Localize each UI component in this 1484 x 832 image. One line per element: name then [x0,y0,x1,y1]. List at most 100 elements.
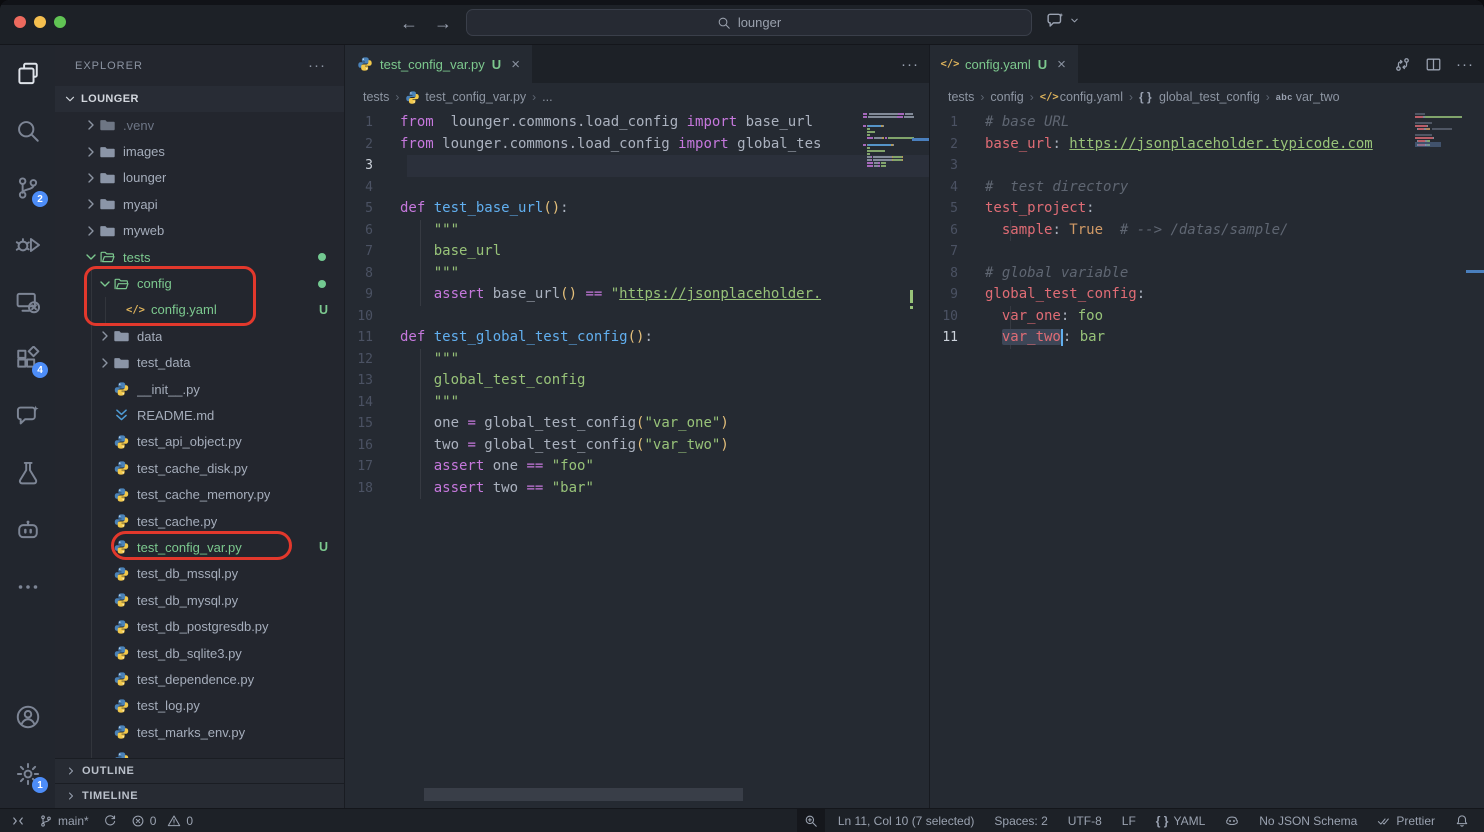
tree-item-.venv[interactable]: .venv [55,112,344,138]
close-window-button[interactable] [14,16,26,28]
minimap-right[interactable] [1412,113,1466,803]
activity-item-search[interactable] [0,102,55,159]
breadcrumb-item[interactable]: </>config.yaml [1040,90,1123,105]
chevron-down-icon [63,92,77,106]
minimap-line [863,159,903,161]
status-sync[interactable] [96,809,124,832]
token: () [543,200,560,216]
activity-item-ai-assistant[interactable] [0,501,55,558]
tree-item-test_cache_disk.py[interactable]: test_cache_disk.py [55,455,344,481]
tree-item-data[interactable]: data [55,323,344,349]
explorer-more-button[interactable]: ··· [308,57,326,74]
tree-item-test_db_mysql.py[interactable]: test_db_mysql.py [55,587,344,613]
status-zoom-indicator[interactable] [797,809,825,832]
code-editor-right[interactable]: 1# base URL2base_url: https://jsonplaceh… [930,111,1484,808]
code-editor-left[interactable]: 1from lounger.commons.load_config import… [345,111,929,808]
status-json-schema[interactable]: No JSON Schema [1252,809,1364,832]
tree-item-tests[interactable]: tests [55,244,344,270]
section-timeline[interactable]: TIMELINE [55,783,344,808]
more-actions-button[interactable]: ··· [901,56,919,73]
tree-item-test_config_var.py[interactable]: test_config_var.pyU [55,534,344,560]
tree-item-lounger[interactable]: lounger [55,165,344,191]
status-encoding[interactable]: UTF-8 [1061,809,1109,832]
activity-item-remote-explorer[interactable] [0,273,55,330]
section-outline[interactable]: OUTLINE [55,758,344,783]
token: : [1086,200,1094,216]
tree-item-__init__.py[interactable]: __init__.py [55,376,344,402]
compare-icon[interactable] [1394,56,1411,73]
tab-config.yaml[interactable]: </>config.yamlU× [930,45,1078,83]
tree-item-images[interactable]: images [55,138,344,164]
tree-item-test_log.py[interactable]: test_log.py [55,693,344,719]
activity-item-settings[interactable]: 1 [0,745,55,802]
tree-item-test_marks_env.py[interactable]: test_marks_env.py [55,719,344,745]
activity-item-run-debug[interactable] [0,216,55,273]
status-git-branch[interactable]: main* [32,809,96,832]
breadcrumb-label: tests [948,90,974,104]
status-remote-indicator[interactable] [4,809,32,832]
breadcrumb-separator: › [1030,90,1034,104]
tree-item-test_cache_memory.py[interactable]: test_cache_memory.py [55,481,344,507]
token: foo [1078,308,1103,324]
activity-item-chat[interactable] [0,387,55,444]
status-eol[interactable]: LF [1115,809,1143,832]
line-number: 16 [345,435,400,457]
window-controls[interactable] [14,16,66,28]
tree-item-test_db_postgresdb.py[interactable]: test_db_postgresdb.py [55,613,344,639]
status-copilot-status[interactable] [1218,809,1246,832]
braces-icon: { } [1139,90,1154,105]
tree-item-test_dependence.py[interactable]: test_dependence.py [55,666,344,692]
activity-item-extensions[interactable]: 4 [0,330,55,387]
tree-item-README.md[interactable]: README.md [55,402,344,428]
activity-item-testing[interactable] [0,444,55,501]
workspace-header[interactable]: LOUNGER [55,86,344,112]
maximize-window-button[interactable] [54,16,66,28]
status-cursor-position[interactable]: Ln 11, Col 10 (7 selected) [831,809,982,832]
breadcrumb-item[interactable]: test_config_var.py [405,90,526,105]
folder-icon [99,223,116,239]
git-status-badge: U [319,540,328,554]
tree-item-test_api_object.py[interactable]: test_api_object.py [55,429,344,455]
split-icon[interactable] [1425,56,1442,73]
token [985,329,1002,345]
minimap-line [863,156,903,158]
breadcrumb-item[interactable]: config [990,90,1023,104]
activity-item-accounts[interactable] [0,688,55,745]
breadcrumb-item[interactable]: abcvar_two [1276,90,1340,105]
tree-item-myapi[interactable]: myapi [55,191,344,217]
tree-item-test_data[interactable]: test_data [55,350,344,376]
tree-item-config.yaml[interactable]: </>config.yamlU [55,297,344,323]
minimap-left[interactable] [860,113,914,803]
token: global_test_config [400,372,585,388]
twistie-spacer [97,381,113,397]
status-problems[interactable]: 00 [124,809,200,832]
line-text: base_url [400,241,501,263]
token: : [1052,222,1069,238]
breadcrumb-item[interactable]: tests [363,90,389,104]
tree-item-clipped[interactable] [55,745,344,758]
activity-item-source-control[interactable]: 2 [0,159,55,216]
minimize-window-button[interactable] [34,16,46,28]
activity-item-explorer[interactable] [0,45,55,102]
tab-close-button[interactable]: × [1057,56,1066,73]
breadcrumb-item[interactable]: { }global_test_config [1139,90,1260,105]
breadcrumb-item[interactable]: ... [542,90,552,104]
status-prettier[interactable]: Prettier [1370,809,1442,832]
tree-item-test_db_sqlite3.py[interactable]: test_db_sqlite3.py [55,640,344,666]
activity-item-more[interactable] [0,558,55,615]
status-indentation[interactable]: Spaces: 2 [987,809,1054,832]
tree-item-test_cache.py[interactable]: test_cache.py [55,508,344,534]
tree-item-config[interactable]: config [55,270,344,296]
horizontal-scrollbar[interactable] [424,788,743,801]
tab-test_config_var.py[interactable]: test_config_var.pyU× [345,45,532,83]
token: base_url [737,114,813,130]
tree-indent-guide [91,270,92,758]
token: # global variable [985,265,1128,281]
tree-item-test_db_mssql.py[interactable]: test_db_mssql.py [55,561,344,587]
tab-close-button[interactable]: × [511,56,520,73]
status-notifications[interactable] [1448,809,1476,832]
more-actions-button[interactable]: ··· [1456,56,1474,73]
breadcrumb-item[interactable]: tests [948,90,974,104]
tree-item-myweb[interactable]: myweb [55,218,344,244]
status-language-mode[interactable]: { }YAML [1149,809,1212,832]
